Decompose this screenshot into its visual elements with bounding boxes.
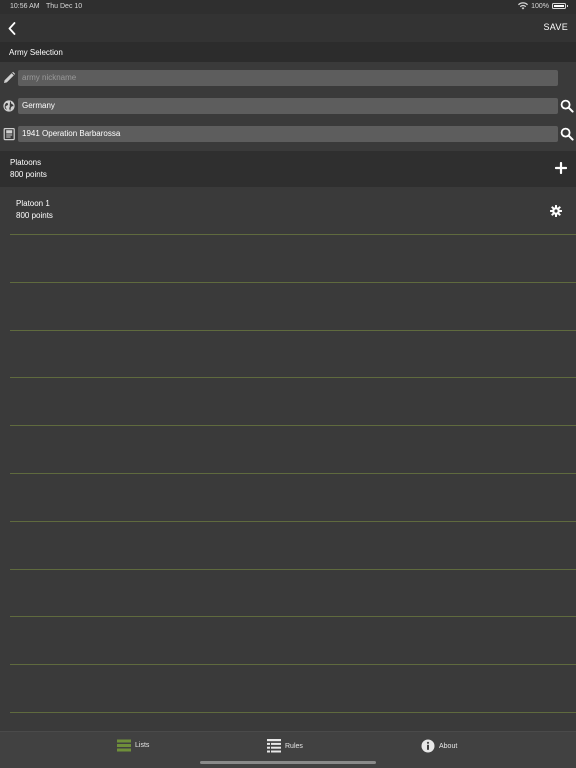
tab-about[interactable]: About [421,739,457,753]
platoon-points: 800 points [16,211,53,220]
book-search-icon[interactable] [560,127,574,141]
row-divider [10,569,576,570]
status-date: Thu Dec 10 [46,3,83,10]
navigation-bar: SAVE [0,14,576,42]
chevron-left-icon [8,21,16,35]
status-right: 100% [518,2,568,10]
row-divider [10,425,576,426]
section-title: Army Selection [9,48,63,57]
lists-icon [117,739,131,752]
home-indicator [200,761,376,764]
army-book-field[interactable]: 1941 Operation Barbarossa [18,126,558,142]
row-divider [10,282,576,283]
nation-field[interactable]: Germany [18,98,558,114]
info-icon [421,739,435,753]
army-selection-header: Army Selection [0,42,576,62]
tab-lists[interactable]: Lists [117,739,149,752]
gear-icon[interactable] [550,205,562,217]
pencil-icon [4,71,16,83]
row-divider [10,712,576,713]
row-divider [10,664,576,665]
add-platoon-button[interactable] [555,162,567,174]
platoon-row[interactable]: Platoon 1 800 points [0,187,576,235]
row-divider [10,234,576,235]
battery-icon [552,3,568,9]
tab-about-label: About [439,742,458,750]
save-button[interactable]: SAVE [543,22,568,32]
row-divider [10,330,576,331]
wifi-icon [518,2,529,10]
back-button[interactable] [5,19,19,37]
rules-icon [267,739,281,753]
row-divider [10,473,576,474]
battery-percent: 100% [531,2,549,10]
platoons-header: Platoons 800 points [0,151,576,187]
platoons-total-points: 800 points [10,170,47,179]
row-divider [10,377,576,378]
tab-bar: Lists Rules About [0,731,576,768]
nickname-row: army nickname [0,68,576,88]
status-bar: 10:56 AM Thu Dec 10 100% [0,0,576,14]
army-nickname-input[interactable]: army nickname [18,70,558,86]
tab-lists-label: Lists [135,742,150,749]
platoons-title: Platoons [10,158,42,167]
tab-rules[interactable]: Rules [267,739,303,753]
tab-rules-label: Rules [285,742,303,750]
row-divider [10,521,576,522]
status-time: 10:56 AM [10,3,40,10]
globe-icon [3,100,15,112]
nation-row: Germany [0,96,576,116]
row-divider [10,616,576,617]
nation-search-icon[interactable] [560,99,574,113]
platoon-name: Platoon 1 [16,199,50,208]
book-icon [3,128,15,141]
book-row: 1941 Operation Barbarossa [0,124,576,144]
